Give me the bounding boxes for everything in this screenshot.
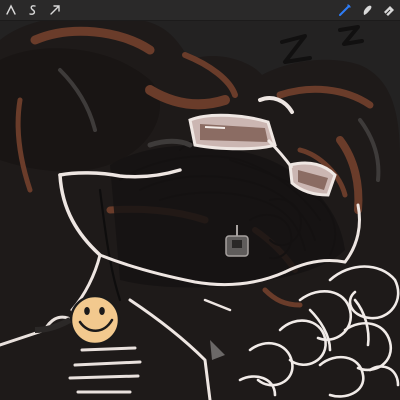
selection-button[interactable] <box>22 0 44 20</box>
transform-icon <box>50 5 60 15</box>
eraser-icon <box>384 6 394 16</box>
brush-icon <box>339 4 351 16</box>
smudge-icon <box>363 5 372 15</box>
smudge-button[interactable] <box>356 0 378 20</box>
toolbar-left-group <box>0 0 66 20</box>
eraser-button[interactable] <box>378 0 400 20</box>
drawing-canvas[interactable] <box>0 20 400 400</box>
smiley-icon <box>69 294 121 346</box>
selection-icon <box>29 5 36 15</box>
transform-button[interactable] <box>44 0 66 20</box>
toolbar-right-group <box>334 0 400 20</box>
brush-button[interactable] <box>334 0 356 20</box>
adjustments-button[interactable] <box>0 0 22 20</box>
top-toolbar <box>0 0 400 21</box>
artwork <box>0 20 400 400</box>
adjustments-icon <box>6 4 16 15</box>
